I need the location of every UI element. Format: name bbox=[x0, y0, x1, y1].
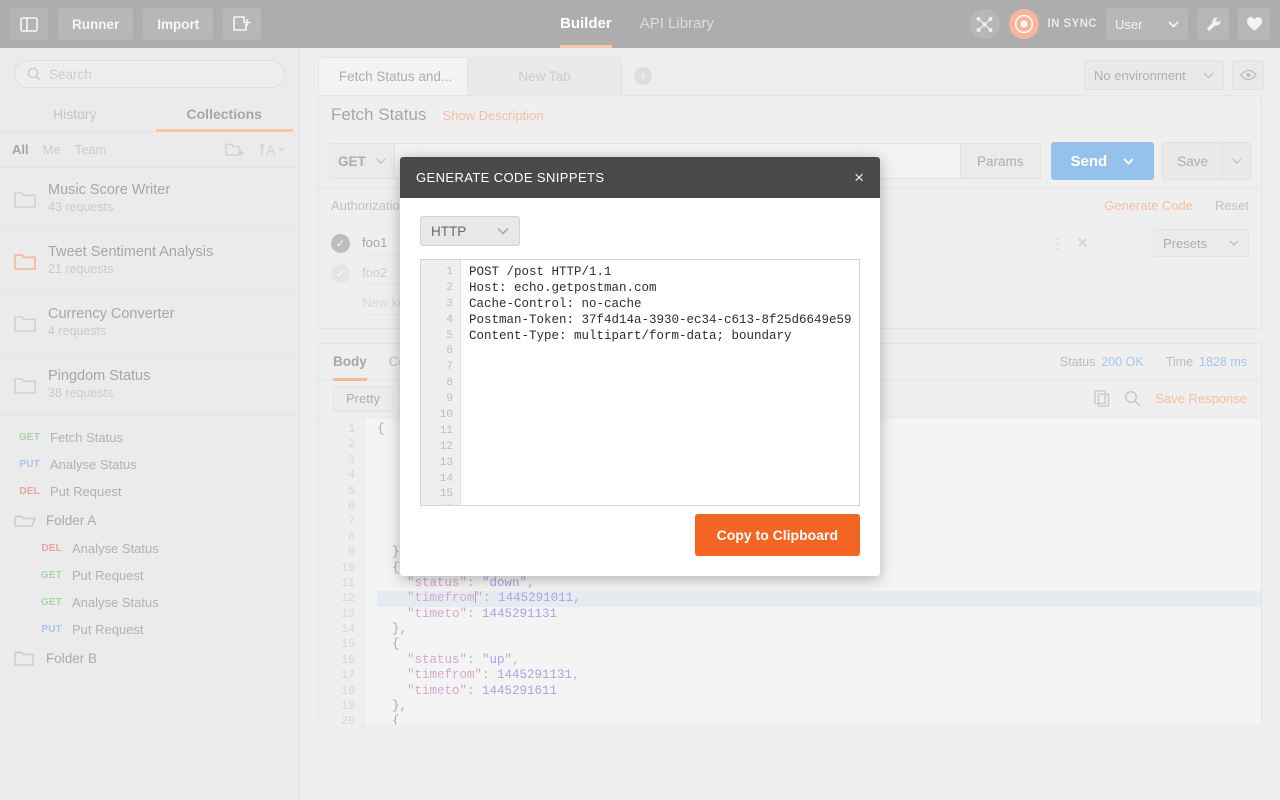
snippet-line-numbers: 1234567891011121314151617 bbox=[421, 260, 461, 505]
language-label: HTTP bbox=[431, 224, 466, 239]
snippet-line-number: 5 bbox=[421, 329, 460, 345]
snippet-line-number: 12 bbox=[421, 440, 460, 456]
snippet-line-number: 6 bbox=[421, 344, 460, 360]
snippet-line-number: 13 bbox=[421, 456, 460, 472]
snippet-line-number: 16 bbox=[421, 503, 460, 506]
snippet-line-number: 15 bbox=[421, 487, 460, 503]
snippet-line-number: 8 bbox=[421, 376, 460, 392]
copy-to-clipboard-button[interactable]: Copy to Clipboard bbox=[695, 514, 860, 556]
chevron-down-icon bbox=[497, 227, 509, 235]
snippet-line-number: 3 bbox=[421, 297, 460, 313]
snippet-line-number: 9 bbox=[421, 392, 460, 408]
snippet-line: Cache-Control: no-cache bbox=[469, 297, 859, 313]
language-dropdown[interactable]: HTTP bbox=[420, 216, 520, 246]
modal-header: GENERATE CODE SNIPPETS × bbox=[400, 157, 880, 198]
snippet-line-number: 7 bbox=[421, 360, 460, 376]
snippet-line: Postman-Token: 37f4d14a-3930-ec34-c613-8… bbox=[469, 313, 859, 329]
snippet-line-number: 4 bbox=[421, 313, 460, 329]
modal-title: GENERATE CODE SNIPPETS bbox=[416, 170, 854, 185]
code-snippet-area: 1234567891011121314151617 POST /post HTT… bbox=[420, 259, 860, 506]
modal-footer: Copy to Clipboard bbox=[695, 514, 860, 556]
snippet-line-number: 2 bbox=[421, 281, 460, 297]
snippet-code[interactable]: POST /post HTTP/1.1Host: echo.getpostman… bbox=[461, 260, 859, 505]
snippet-line: POST /post HTTP/1.1 bbox=[469, 265, 859, 281]
snippet-line: Host: echo.getpostman.com bbox=[469, 281, 859, 297]
generate-code-modal: GENERATE CODE SNIPPETS × HTTP 1234567891… bbox=[400, 157, 880, 576]
close-icon[interactable]: × bbox=[854, 168, 864, 188]
snippet-line-number: 11 bbox=[421, 424, 460, 440]
snippet-line-number: 14 bbox=[421, 472, 460, 488]
snippet-line: Content-Type: multipart/form-data; bound… bbox=[469, 329, 859, 345]
snippet-line-number: 10 bbox=[421, 408, 460, 424]
modal-body: HTTP 1234567891011121314151617 POST /pos… bbox=[400, 198, 880, 506]
snippet-line-number: 1 bbox=[421, 265, 460, 281]
